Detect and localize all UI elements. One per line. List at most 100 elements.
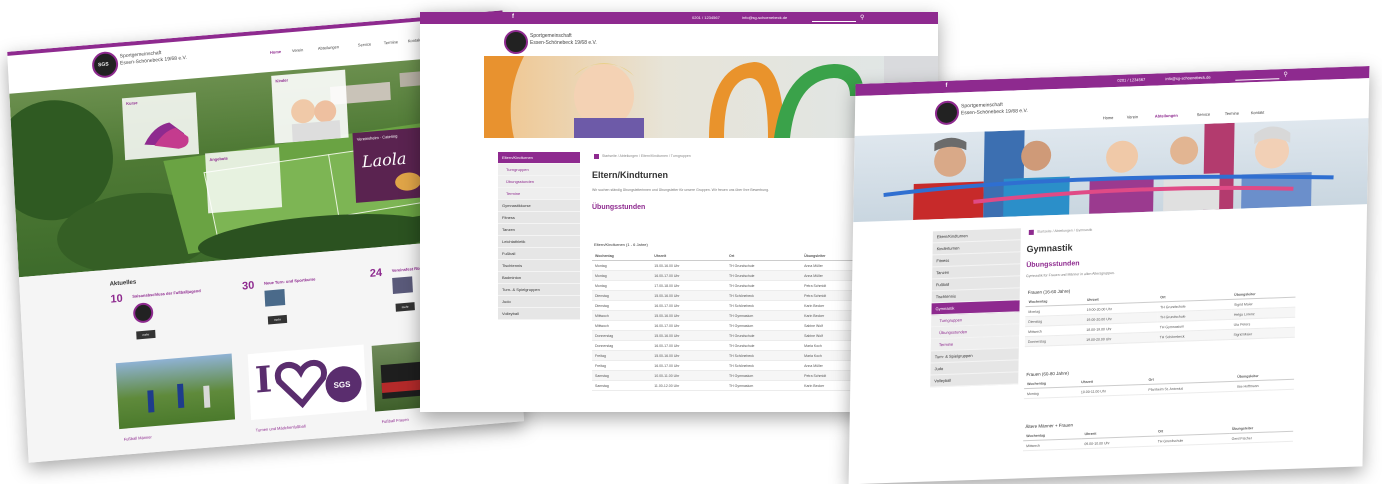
teaser-kurse[interactable]: Kurse	[121, 92, 200, 161]
sidebar-item-uebungsstunden[interactable]: Übungsstunden	[498, 176, 580, 188]
table-cell: TH Gymnasium	[725, 310, 802, 321]
home-icon[interactable]	[594, 154, 599, 159]
sidebar-item-volleyball[interactable]: Volleyball	[498, 308, 580, 320]
club-logo[interactable]	[504, 30, 528, 54]
tile-label-3[interactable]: Fußball Frauen	[381, 417, 408, 424]
table-cell: Sigrid Maier	[1230, 327, 1295, 340]
topbar-email[interactable]: info@sg-schoenebeck.de	[742, 15, 787, 20]
sidebar-item-turngruppen[interactable]: Turngruppen	[498, 164, 580, 176]
table-cell: Donnerstag	[1024, 334, 1084, 347]
sidebar-item-turnspiel[interactable]: Turn- & Spielgruppen	[498, 284, 580, 296]
news-more-1[interactable]: mehr	[136, 329, 156, 340]
heart-icon: SGS	[274, 359, 362, 409]
news-item-2[interactable]: 30 Neue Turn- und Sportkurse mehr	[242, 271, 354, 330]
page-title: Gymnastik	[1026, 242, 1073, 255]
nav-termine[interactable]: Termine	[384, 39, 398, 45]
sidebar-item-tanzen[interactable]: Tanzen	[498, 224, 580, 236]
table-cell: TH Grundschule	[725, 330, 802, 341]
sidebar-nav: Eltern/Kindturnen Turngruppen Übungsstun…	[498, 152, 580, 320]
sidebar-nav: Eltern/Kindturnen Kinderturnen Fitness T…	[930, 228, 1021, 388]
nav-verein[interactable]: Verein	[1127, 114, 1138, 119]
club-logo[interactable]	[934, 100, 960, 126]
nav-service[interactable]: Service	[1197, 112, 1210, 117]
topbar-phone[interactable]: 0201 / 1234567	[692, 15, 720, 20]
group-heading-c: Ältere Männer + Frauen	[1025, 422, 1074, 430]
nav-abteilungen[interactable]: Abteilungen	[318, 44, 339, 51]
news-item-1[interactable]: 10 Saisonabschluss der Fußballjugend meh…	[110, 284, 222, 343]
table-cell: TH Schönebeck	[725, 350, 802, 361]
table-row: Samstag 11.00-12.00 Uhr TH Gymnasium Karin …	[592, 380, 868, 391]
nav-home[interactable]: Home	[270, 49, 281, 55]
teaser-kinder[interactable]: Kinder	[271, 69, 349, 144]
table-cell: TH Grundschule	[725, 340, 802, 351]
sidebar-item-fussball[interactable]: Fußball	[498, 248, 580, 260]
sidebar-item-leichtathletik[interactable]: Leichtathletik	[498, 236, 580, 248]
nav-termine[interactable]: Termine	[1225, 111, 1239, 117]
table-row: Montag 15.00-16.00 Uhr TH Grundschule Anna …	[592, 260, 868, 271]
players-photo	[147, 383, 211, 413]
teaser-angebote[interactable]: Angebote	[205, 147, 283, 214]
tile-fussball-maenner[interactable]	[115, 353, 236, 430]
table-cell: Mittwoch	[592, 310, 652, 321]
news-headline-2: Neue Turn- und Sportkurse	[263, 276, 316, 286]
table-cell: TH Grundschule	[725, 280, 802, 291]
nav-home[interactable]: Home	[1103, 115, 1114, 120]
breadcrumb[interactable]: Startseite / Abteilungen / Gymnastik	[1037, 228, 1093, 234]
facebook-icon[interactable]: f	[512, 14, 514, 20]
table-cell: 16.00-17.00 Uhr	[651, 340, 726, 351]
tile-i-love-sgs[interactable]: I SGS	[247, 344, 367, 421]
sidebar-item-judo[interactable]: Judo	[498, 296, 580, 308]
teaser-laola[interactable]: Vereinsheim · Catering Laola	[352, 126, 431, 203]
sidebar-item-fitness[interactable]: Fitness	[498, 212, 580, 224]
search-field[interactable]: Suche ...	[812, 14, 856, 28]
breadcrumb[interactable]: Startseite / Abteilungen / Eltern/Kindtu…	[602, 154, 691, 158]
topbar-email[interactable]: info@sg-schoenebeck.de	[1165, 75, 1210, 82]
tile-label-2[interactable]: Turnen und Mädchenfußball	[256, 423, 306, 432]
nav-verein[interactable]: Verein	[292, 47, 304, 53]
table-cell: Montag	[592, 270, 652, 281]
sidebar-item-tischtennis[interactable]: Tischtennis	[498, 260, 580, 272]
sidebar-item-volleyball[interactable]: Volleyball	[930, 372, 1019, 388]
nav-abteilungen[interactable]: Abteilungen	[1155, 113, 1178, 119]
search-field[interactable]: Suche ...	[1235, 71, 1280, 87]
topbar-phone[interactable]: 0201 / 1234567	[1117, 77, 1145, 83]
table-cell: 15.00-16.00 Uhr	[651, 260, 726, 271]
teaser-angebote-label: Angebote	[209, 155, 228, 163]
table-row: Dienstag 16.00-17.00 Uhr TH Schönebeck Kari…	[592, 300, 868, 311]
group-heading: Eltern/Kindturnen (1 - 6 Jahre)	[594, 242, 648, 247]
sidebar-item-badminton[interactable]: Badminton	[498, 272, 580, 284]
col-ort: Ort	[725, 252, 802, 261]
news-more-3[interactable]: mehr	[395, 302, 415, 312]
table-cell: TH Grundschule	[725, 270, 802, 281]
table-row: Dienstag 15.00-16.00 Uhr TH Schönebeck Petr…	[592, 290, 868, 301]
news-day-2: 30	[241, 279, 255, 293]
table-cell: 15.00-16.00 Uhr	[651, 330, 726, 341]
nav-service[interactable]: Service	[358, 41, 372, 47]
facebook-icon[interactable]: f	[945, 83, 947, 89]
news-more-2[interactable]: mehr	[267, 314, 288, 325]
nav-kontakt[interactable]: Kontakt	[1251, 110, 1265, 115]
table-cell: TH Schönebeck	[725, 360, 802, 371]
table-cell: Samstag	[592, 380, 652, 391]
tile-label-1[interactable]: Fußball Männer	[124, 434, 152, 441]
sidebar-item-eltern[interactable]: Eltern/Kindturnen	[498, 152, 580, 164]
club-logo[interactable]: SGS	[91, 50, 119, 79]
news-day-3: 24	[369, 266, 383, 280]
sidebar-item-gymnastik[interactable]: Gymnastikkurse	[498, 200, 580, 212]
search-icon[interactable]: ⚲	[1283, 71, 1288, 78]
table-row: Montag 16.00-17.00 Uhr TH Grundschule Anna …	[592, 270, 868, 281]
table-cell: TH Gymnasium	[725, 370, 802, 381]
search-icon[interactable]: ⚲	[860, 14, 864, 21]
food-photo	[394, 171, 422, 192]
home-icon[interactable]	[1028, 229, 1034, 235]
table-cell: Pfarrheim St. Antonius	[1145, 381, 1235, 395]
sidebar-item-termine[interactable]: Termine	[498, 188, 580, 200]
table-cell: 11.00-12.00 Uhr	[651, 380, 726, 391]
table-cell: Donnerstag	[592, 340, 652, 351]
topbar: f 0201 / 1234567 info@sg-schoenebeck.de …	[420, 12, 938, 28]
news-thumb-3	[392, 276, 413, 294]
table-row: Mittwoch 15.00-16.00 Uhr TH Gymnasium Karin…	[592, 310, 868, 321]
group-heading-b: Frauen (60-80 Jahre)	[1026, 370, 1069, 378]
table-cell: TH Schönebeck	[1156, 329, 1231, 343]
news-headline-1: Saisonabschluss der Fußballjugend	[132, 288, 201, 299]
